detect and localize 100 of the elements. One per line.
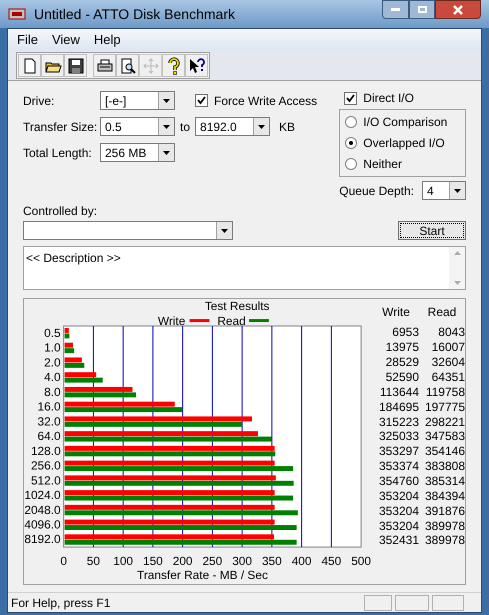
table-cell-text: 28529 [384, 356, 419, 368]
window-title: Untitled - ATTO Disk Benchmark [34, 4, 236, 24]
table-cell-text: 64351 [430, 371, 465, 383]
toolbar-button[interactable] [41, 54, 64, 77]
caret-icon [221, 228, 228, 232]
start-button[interactable]: Start [398, 221, 466, 240]
toolbar-button[interactable] [18, 54, 41, 77]
status-pane [364, 594, 392, 610]
category-label: 4.0 [44, 370, 61, 384]
transfer-size-from-dropdown[interactable]: 0.5 [100, 117, 175, 136]
close-button[interactable] [435, 0, 481, 19]
table-cell-text: 353204 [378, 490, 419, 502]
table-cell-text: 354760 [378, 475, 419, 488]
menu-item[interactable]: File [17, 30, 38, 50]
tick-label: 0 [60, 554, 67, 568]
chart-title: Test Results [204, 299, 270, 314]
table-cell-text: 298221 [424, 416, 465, 428]
controlled-by-label: Controlled by: [23, 203, 98, 220]
table-cell-text: 383808 [424, 460, 465, 472]
toolbar-button[interactable] [93, 54, 116, 77]
drive-dropdown[interactable]: [-e-] [100, 91, 175, 110]
category-label: 64.0 [38, 429, 61, 444]
caret-icon [163, 150, 170, 154]
pointer-question-icon [188, 56, 206, 74]
table-cell-text: 32604 [430, 356, 465, 368]
category-label: 128.0 [30, 444, 61, 458]
direct-io-label: Direct I/O [363, 90, 414, 107]
unit-label: KB [279, 118, 296, 136]
table-cell-text: 6953 [391, 326, 419, 338]
axis-title: Transfer Rate - MB / Sec [137, 568, 268, 582]
checkbox[interactable] [195, 94, 208, 107]
radio-label: I/O Comparison [363, 114, 448, 131]
radio-button[interactable] [345, 116, 358, 128]
category-label: 1024.0 [24, 488, 61, 502]
tick-label: 400 [292, 554, 312, 568]
to-label: to [180, 118, 190, 136]
tick-label: 450 [321, 554, 342, 568]
toolbar-button[interactable] [64, 54, 87, 77]
category-label: 0.5 [44, 326, 61, 340]
status-pane [432, 594, 464, 610]
radio-label: Neither [363, 156, 402, 173]
column-header: Read [426, 304, 458, 321]
queue-depth-dropdown[interactable]: 4 [422, 181, 466, 200]
queue-depth-label: Queue Depth: [339, 182, 414, 200]
checkbox[interactable] [344, 92, 358, 104]
table-cell-text: 353204 [378, 504, 419, 517]
table-cell-text: 391876 [424, 504, 465, 517]
table-cell-text: 352431 [378, 534, 419, 546]
tick-label: 100 [113, 554, 134, 568]
table-cell-text: 113644 [378, 386, 419, 398]
tick-label: 500 [351, 554, 372, 568]
maximize-button[interactable] [409, 0, 435, 19]
printer-icon [96, 56, 114, 74]
table-cell-text: 353374 [378, 460, 419, 472]
menu-item[interactable]: View [52, 30, 80, 50]
table-cell-text: 13975 [384, 341, 419, 354]
table-cell-text: 52590 [384, 371, 419, 383]
total-length-dropdown[interactable]: 256 MB [100, 143, 175, 162]
four-arrows-icon [142, 56, 160, 74]
force-write-access-label: Force Write Access [214, 92, 318, 110]
status-text: For Help, press F1 [11, 594, 112, 612]
tick-label: 50 [86, 554, 100, 568]
transfer-size-to-dropdown[interactable]: 8192.0 [195, 117, 270, 136]
table-cell-text: 353204 [378, 520, 419, 532]
table-cell-text: 354146 [424, 445, 465, 458]
controlled-by-dropdown[interactable] [23, 221, 233, 240]
toolbar-button[interactable] [162, 54, 185, 77]
scrollbar[interactable] [449, 247, 465, 289]
tick-label: 200 [172, 554, 193, 568]
menu-item[interactable]: Help [94, 30, 121, 50]
toolbar-button[interactable] [116, 54, 139, 77]
table-cell-text: 119758 [424, 386, 465, 398]
legend-item: Read [217, 314, 269, 328]
minimize-button[interactable] [382, 0, 409, 19]
transfer-size-label: Transfer Size: [23, 118, 98, 136]
down-arrow-icon [454, 281, 460, 285]
caret-icon [163, 98, 170, 102]
category-label: 2.0 [44, 355, 61, 370]
radio-button[interactable] [345, 137, 358, 149]
close-icon [453, 4, 463, 14]
status-pane [395, 594, 429, 610]
caret-icon [163, 124, 170, 128]
toolbar-button[interactable] [185, 54, 208, 77]
category-label: 1.0 [44, 340, 61, 355]
table-cell-text: 385314 [424, 475, 465, 488]
radio-button[interactable] [345, 158, 358, 170]
table-cell-text: 325033 [378, 430, 419, 442]
total-length-label: Total Length: [23, 144, 93, 162]
category-label: 2048.0 [24, 502, 61, 517]
description-box[interactable]: << Description >> [23, 246, 466, 290]
table-cell-text: 389978 [424, 520, 465, 532]
tick-label: 350 [262, 554, 282, 568]
caret-icon [454, 188, 461, 192]
category-label: 8192.0 [24, 532, 61, 546]
magnifier-page-icon [118, 56, 136, 74]
tick-label: 300 [232, 554, 252, 568]
table-cell-text: 184695 [378, 400, 419, 413]
table-cell-text: 389978 [424, 534, 465, 546]
table-cell-text: 347583 [424, 430, 465, 442]
table-cell-text: 384394 [424, 490, 465, 502]
